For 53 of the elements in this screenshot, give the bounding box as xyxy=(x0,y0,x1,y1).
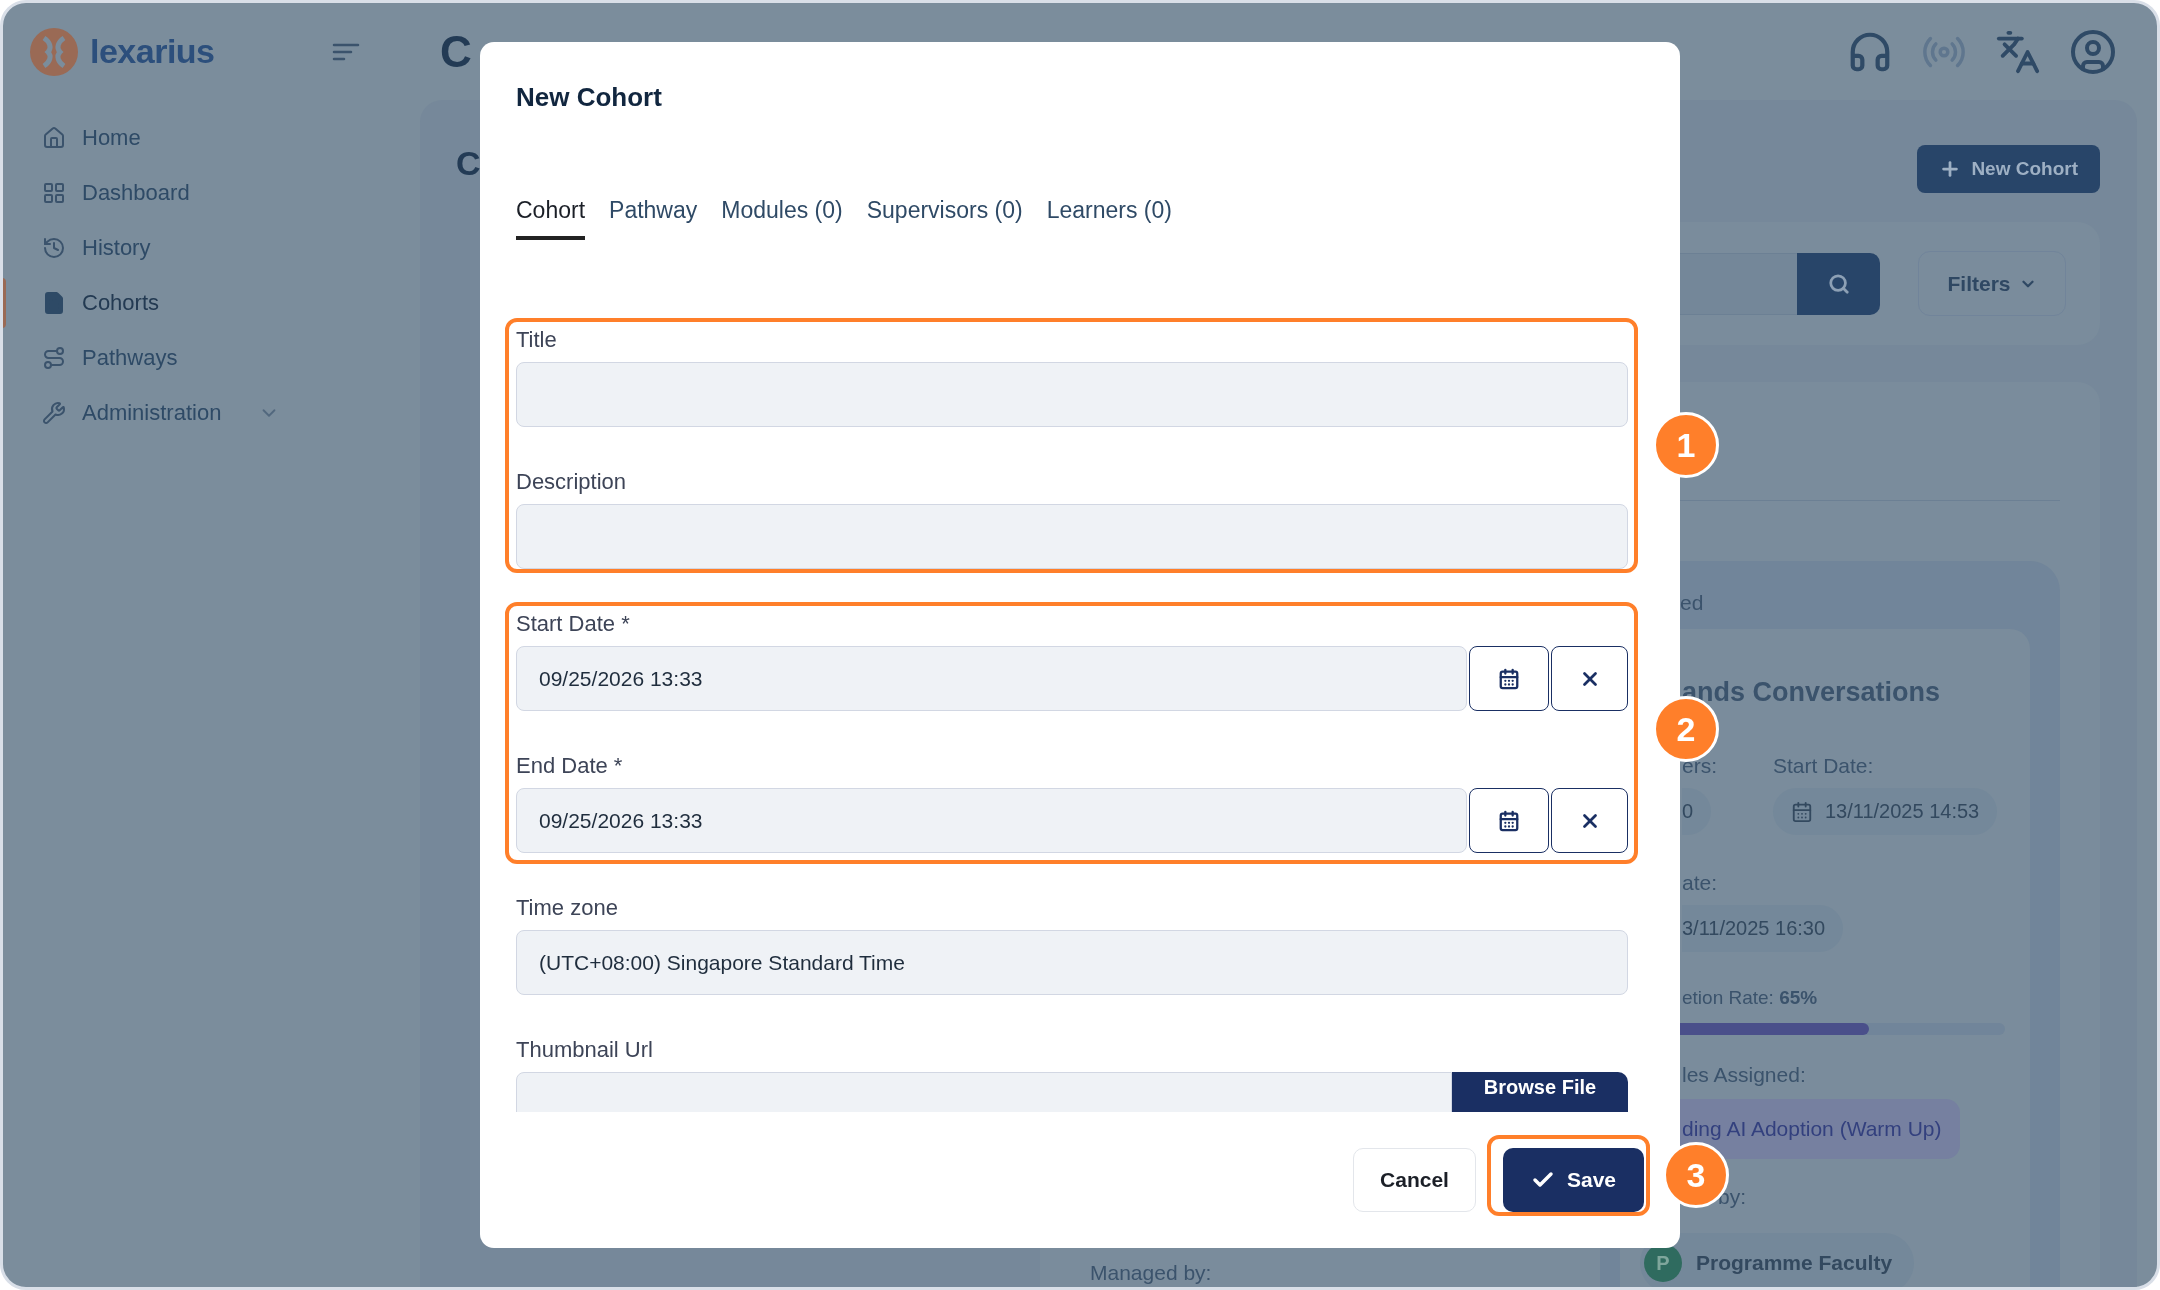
section-heading: C xyxy=(456,144,481,183)
manager-name: Programme Faculty xyxy=(1696,1251,1893,1275)
tab[interactable]: Modules (0) xyxy=(721,185,843,240)
field-label: Time zone xyxy=(516,894,618,922)
start-date-label: Start Date: xyxy=(1773,754,1875,778)
tab[interactable]: Pathway xyxy=(609,185,698,240)
end-date-value: 3/11/2025 16:30 xyxy=(1682,905,1844,952)
route-icon xyxy=(42,345,66,370)
logo-icon xyxy=(30,27,78,76)
clear-button[interactable] xyxy=(1551,788,1628,853)
translate-icon[interactable] xyxy=(1995,28,2041,75)
avatar: P xyxy=(1644,1244,1682,1282)
text-field[interactable] xyxy=(516,362,1628,427)
history-icon xyxy=(42,235,66,260)
calendar-icon xyxy=(1498,809,1520,832)
calendar-icon xyxy=(1791,800,1813,823)
search-button[interactable] xyxy=(1797,252,1880,315)
calendar-button[interactable] xyxy=(1469,646,1549,711)
search-icon xyxy=(1827,272,1850,295)
save-button[interactable]: Save xyxy=(1502,1148,1644,1212)
wrench-icon xyxy=(42,400,66,425)
browse-file-button[interactable]: Browse File xyxy=(1452,1072,1628,1112)
end-date-label: ate: xyxy=(1682,871,1719,895)
cancel-button[interactable]: Cancel xyxy=(1353,1148,1476,1212)
document-icon xyxy=(42,290,66,315)
logo-text: lexarius xyxy=(90,32,215,71)
tab[interactable]: Cohort xyxy=(516,185,586,240)
new-cohort-button[interactable]: New Cohort xyxy=(1917,145,2100,193)
clear-button[interactable] xyxy=(1551,646,1628,711)
home-icon xyxy=(42,125,66,150)
page-title: C xyxy=(440,26,472,77)
managed-by-label: Managed by: xyxy=(1090,1261,1212,1284)
date-field[interactable]: 09/25/2026 13:33 xyxy=(516,788,1467,853)
modules-label: les Assigned: xyxy=(1682,1063,1807,1087)
user-icon[interactable] xyxy=(2069,27,2117,76)
tab[interactable]: Learners (0) xyxy=(1046,185,1172,240)
grid-icon xyxy=(42,180,66,205)
members-count: 0 xyxy=(1682,788,1712,835)
text-field[interactable]: (UTC+08:00) Singapore Standard Time xyxy=(516,930,1628,995)
menu-icon[interactable] xyxy=(332,41,360,62)
text-field[interactable] xyxy=(516,504,1628,569)
tab[interactable]: Supervisors (0) xyxy=(866,185,1023,240)
date-text: 13/11/2025 14:53 xyxy=(1825,800,1980,823)
field-label: Thumbnail Url xyxy=(516,1036,653,1064)
field-label: Start Date * xyxy=(516,610,630,638)
calendar-icon xyxy=(1498,667,1520,690)
completion-rate: etion Rate: 65% xyxy=(1682,987,1819,1009)
field-label: End Date * xyxy=(516,752,623,780)
date-field[interactable]: 09/25/2026 13:33 xyxy=(516,646,1467,711)
dialog-title: New Cohort xyxy=(516,81,662,113)
field-label: Title xyxy=(516,326,557,354)
field-label: Description xyxy=(516,468,627,496)
calendar-button[interactable] xyxy=(1469,788,1549,853)
